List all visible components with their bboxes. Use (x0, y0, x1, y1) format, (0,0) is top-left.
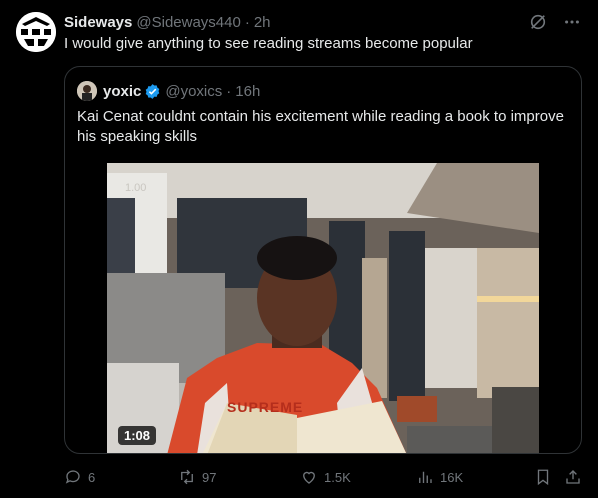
author-handle[interactable]: @Sideways440 (136, 14, 240, 31)
reply-count: 6 (88, 469, 96, 485)
time-separator: · (244, 13, 250, 31)
reply-icon (65, 470, 80, 484)
like-button[interactable]: 1.5K (300, 466, 351, 488)
post-top-actions (528, 12, 582, 32)
reply-button[interactable]: 6 (64, 466, 95, 488)
post-header: Sideways @Sideways440 · 2h (64, 12, 271, 32)
quoted-text: Kai Cenat couldnt contain his excitement… (77, 108, 564, 145)
video-player[interactable]: 1.00 SUPREME 1:08 (107, 163, 539, 453)
quoted-time-separator: · (226, 82, 232, 100)
post-time[interactable]: 2h (254, 14, 271, 31)
like-count: 1.5K (324, 469, 351, 485)
views-button[interactable]: 16K (416, 466, 463, 488)
more-icon[interactable] (562, 12, 582, 32)
bookmark-icon (537, 469, 549, 486)
share-button[interactable] (564, 466, 582, 488)
quoted-post-time[interactable]: 16h (235, 83, 260, 100)
grok-icon[interactable] (528, 12, 548, 32)
action-bar: 6 97 1.5K 16K (64, 466, 582, 488)
repost-button[interactable]: 97 (178, 466, 216, 488)
repost-icon (181, 469, 193, 485)
verified-badge-icon (146, 83, 160, 99)
bookmark-button[interactable] (534, 466, 552, 488)
author-avatar[interactable] (16, 12, 56, 52)
video-overlay-text: 1.00 (125, 182, 147, 194)
views-count: 16K (440, 469, 464, 485)
quoted-author-avatar[interactable] (77, 81, 97, 101)
views-icon (419, 471, 432, 483)
quoted-header: yoxic @yoxics · 16h (77, 81, 260, 101)
repost-count: 97 (202, 469, 217, 485)
share-icon (566, 470, 580, 484)
quoted-post[interactable]: yoxic @yoxics · 16h Kai Cenat couldnt co… (64, 66, 582, 454)
post-text: I would give anything to see reading str… (64, 35, 473, 52)
like-icon (303, 471, 315, 484)
author-name[interactable]: Sideways (64, 14, 132, 31)
quoted-author-name[interactable]: yoxic (103, 83, 141, 100)
shirt-text: SUPREME (227, 399, 304, 415)
video-frame (107, 163, 539, 453)
quoted-author-handle[interactable]: @yoxics (165, 83, 222, 100)
video-duration: 1:08 (118, 426, 157, 445)
